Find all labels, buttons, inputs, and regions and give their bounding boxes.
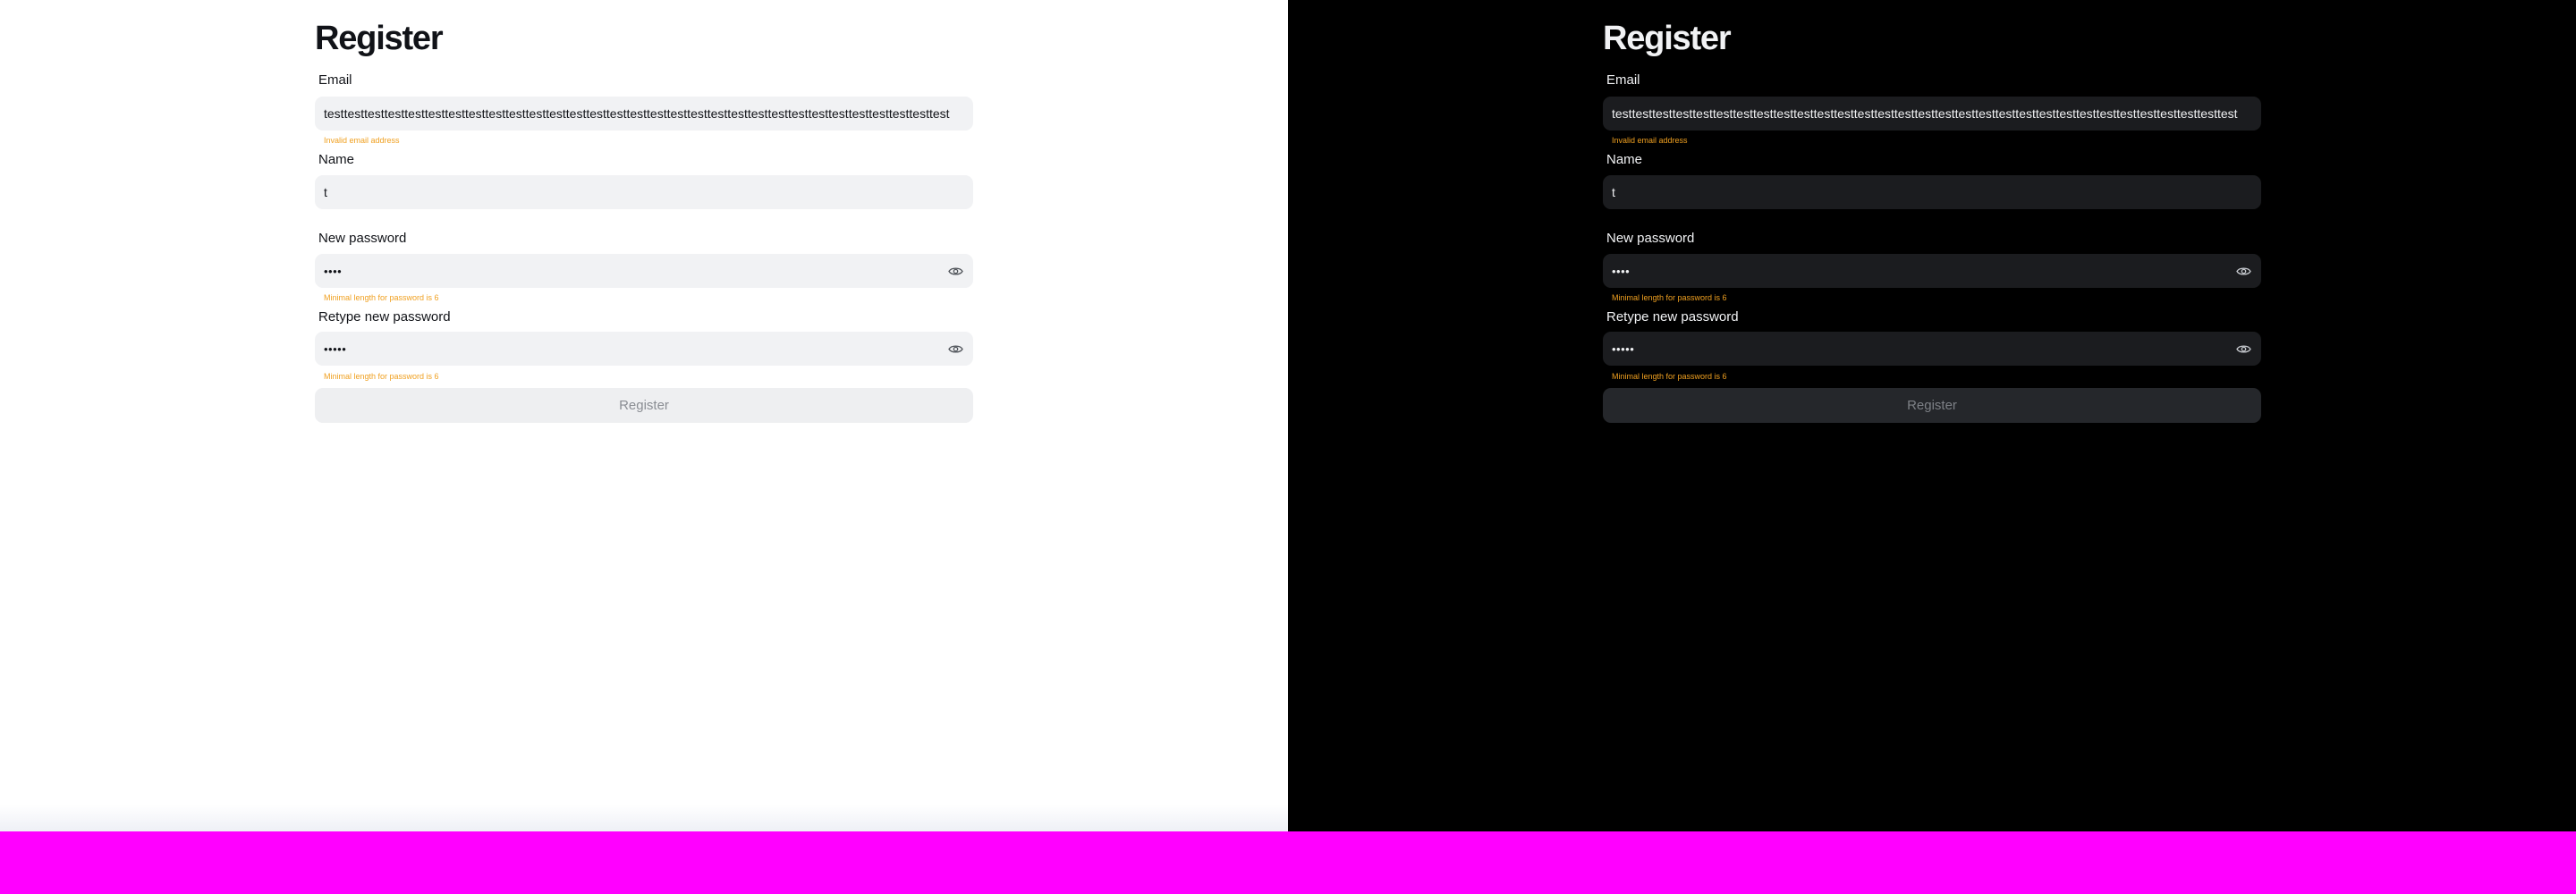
new-password-value[interactable]: ••••	[1612, 265, 2234, 278]
register-button[interactable]: Register	[1603, 388, 2261, 423]
eye-icon[interactable]	[2234, 262, 2252, 280]
eye-icon[interactable]	[946, 340, 964, 358]
email-field[interactable]: testtesttesttesttesttesttesttesttesttest…	[1603, 97, 2261, 131]
new-password-label: New password	[1606, 231, 1695, 246]
retype-password-field[interactable]: •••••	[1603, 332, 2261, 366]
page-title: Register	[315, 20, 444, 57]
email-value[interactable]: testtesttesttesttesttesttesttesttesttest…	[1612, 106, 2252, 121]
retype-password-field[interactable]: •••••	[315, 332, 973, 366]
new-password-value[interactable]: ••••	[324, 265, 946, 278]
name-value[interactable]: t	[1612, 185, 2252, 199]
email-value[interactable]: testtesttesttesttesttesttesttesttesttest…	[324, 106, 964, 121]
name-label: Name	[318, 152, 355, 167]
new-password-error: Minimal length for password is 6	[324, 293, 439, 302]
new-password-field[interactable]: ••••	[315, 254, 973, 288]
new-password-error: Minimal length for password is 6	[1612, 293, 1727, 302]
new-password-field[interactable]: ••••	[1603, 254, 2261, 288]
light-theme-panel: Register Email testtesttesttesttesttestt…	[0, 0, 1288, 831]
retype-password-value[interactable]: •••••	[1612, 342, 2234, 356]
register-button[interactable]: Register	[315, 388, 973, 423]
screenshot-stage: Register Email testtesttesttesttesttestt…	[0, 0, 2576, 894]
retype-password-error: Minimal length for password is 6	[1612, 372, 1727, 381]
eye-icon[interactable]	[2234, 340, 2252, 358]
dark-theme-panel: Register Email testtesttesttesttesttestt…	[1288, 0, 2576, 831]
retype-password-value[interactable]: •••••	[324, 342, 946, 356]
page-title: Register	[1603, 20, 1732, 57]
eye-icon[interactable]	[946, 262, 964, 280]
retype-password-error: Minimal length for password is 6	[324, 372, 439, 381]
name-field[interactable]: t	[1603, 175, 2261, 209]
new-password-label: New password	[318, 231, 407, 246]
email-field[interactable]: testtesttesttesttesttesttesttesttesttest…	[315, 97, 973, 131]
name-field[interactable]: t	[315, 175, 973, 209]
name-value[interactable]: t	[324, 185, 964, 199]
retype-password-label: Retype new password	[1606, 309, 1739, 325]
email-label: Email	[318, 72, 352, 88]
name-label: Name	[1606, 152, 1643, 167]
email-error: Invalid email address	[1612, 136, 1688, 145]
email-label: Email	[1606, 72, 1640, 88]
email-error: Invalid email address	[324, 136, 400, 145]
retype-password-label: Retype new password	[318, 309, 451, 325]
